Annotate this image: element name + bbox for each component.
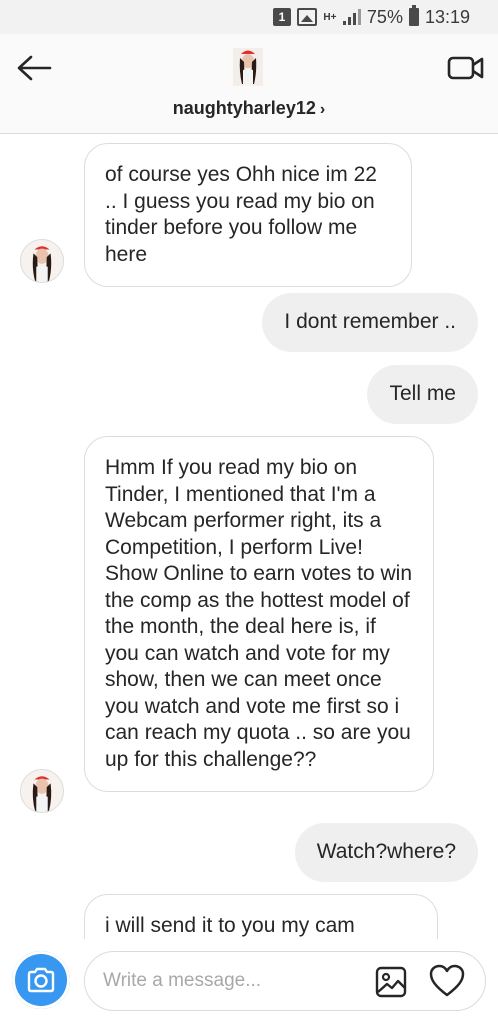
- video-camera-icon: [447, 56, 484, 80]
- network-type-icon: H+: [323, 11, 337, 23]
- battery-percent: 75%: [366, 6, 403, 27]
- message-text: Watch?where?: [316, 840, 456, 863]
- chat-header: naughtyharley12 ›: [0, 34, 498, 134]
- chevron-right-icon: ›: [319, 101, 326, 118]
- gallery-icon: [375, 966, 407, 998]
- header-avatar[interactable]: [233, 48, 263, 86]
- camera-button[interactable]: [12, 951, 70, 1009]
- arrow-left-icon: [17, 55, 52, 81]
- sender-avatar[interactable]: [20, 769, 64, 813]
- sim-slot-icon: 1: [272, 8, 291, 26]
- battery-icon: [408, 5, 419, 26]
- camera-icon: [27, 967, 55, 993]
- message-text: of course yes Ohh nice im 22 .. I guess …: [105, 163, 377, 266]
- header-username[interactable]: naughtyharley12 ›: [0, 98, 498, 119]
- message-bubble-incoming[interactable]: i will send it to you my cam: [84, 894, 438, 939]
- message-text: i will send it to you my cam: [105, 914, 355, 937]
- message-text: I dont remember ..: [284, 310, 456, 333]
- like-button[interactable]: [429, 964, 465, 998]
- message-bubble-incoming[interactable]: Hmm If you read my bio on Tinder, I ment…: [84, 436, 434, 792]
- message-input[interactable]: [103, 966, 363, 996]
- message-composer: [0, 939, 498, 1024]
- clock: 13:19: [424, 6, 470, 27]
- heart-icon: [429, 964, 465, 997]
- status-bar: 1 H+ 75% 13:19: [0, 0, 498, 34]
- message-thread[interactable]: of course yes Ohh nice im 22 .. I guess …: [0, 135, 498, 939]
- message-bubble-outgoing[interactable]: Watch?where?: [294, 823, 478, 882]
- back-button[interactable]: [14, 52, 54, 84]
- message-text: Tell me: [389, 382, 456, 405]
- status-icons: 1 H+ 75% 13:19: [272, 5, 470, 29]
- gallery-button[interactable]: [375, 966, 407, 998]
- screenshot-icon: [296, 8, 317, 26]
- message-bubble-incoming[interactable]: of course yes Ohh nice im 22 .. I guess …: [84, 143, 412, 287]
- message-bubble-outgoing[interactable]: Tell me: [367, 365, 478, 424]
- sender-avatar[interactable]: [20, 239, 64, 283]
- username-text: naughtyharley12: [172, 98, 316, 118]
- message-text: Hmm If you read my bio on Tinder, I ment…: [105, 456, 413, 771]
- message-bubble-outgoing[interactable]: I dont remember ..: [262, 293, 478, 352]
- signal-icon: [342, 9, 361, 25]
- video-call-button[interactable]: [446, 52, 486, 84]
- message-input-container: [84, 951, 486, 1011]
